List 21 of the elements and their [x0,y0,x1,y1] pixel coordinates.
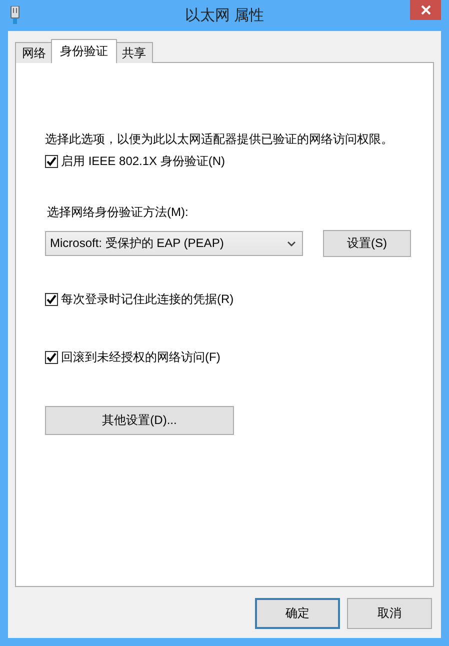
checkbox-label: 启用 IEEE 802.1X 身份验证(N) [61,153,226,169]
tab[interactable]: 网络 [15,42,53,63]
ethernet-icon [10,6,20,24]
close-icon [420,5,430,15]
description-text: 选择此选项，以便为此以太网适配器提供已验证的网络访问权限。 [45,131,393,147]
window-title: 以太网 属性 [184,6,264,25]
dialog-button[interactable]: 确定 [255,598,340,629]
checkbox-label: 回滚到未经授权的网络访问(F) [61,349,220,365]
chevron-down-icon [287,240,296,246]
checkbox[interactable] [45,292,58,306]
method-dropdown[interactable]: Microsoft: 受保护的 EAP (PEAP) [45,231,303,256]
dialog-button[interactable]: 取消 [347,598,432,629]
close-button[interactable] [410,0,441,20]
checkbox-label: 每次登录时记住此连接的凭据(R) [61,291,234,307]
checkbox[interactable] [45,350,58,364]
tab[interactable]: 共享 [115,42,153,63]
settings-button[interactable]: 设置(S) [323,230,411,257]
tab[interactable]: 身份验证 [51,39,117,63]
more-settings-button[interactable]: 其他设置(D)... [45,406,234,435]
checkbox[interactable] [45,154,58,168]
field-label: 选择网络身份验证方法(M): [46,204,188,220]
